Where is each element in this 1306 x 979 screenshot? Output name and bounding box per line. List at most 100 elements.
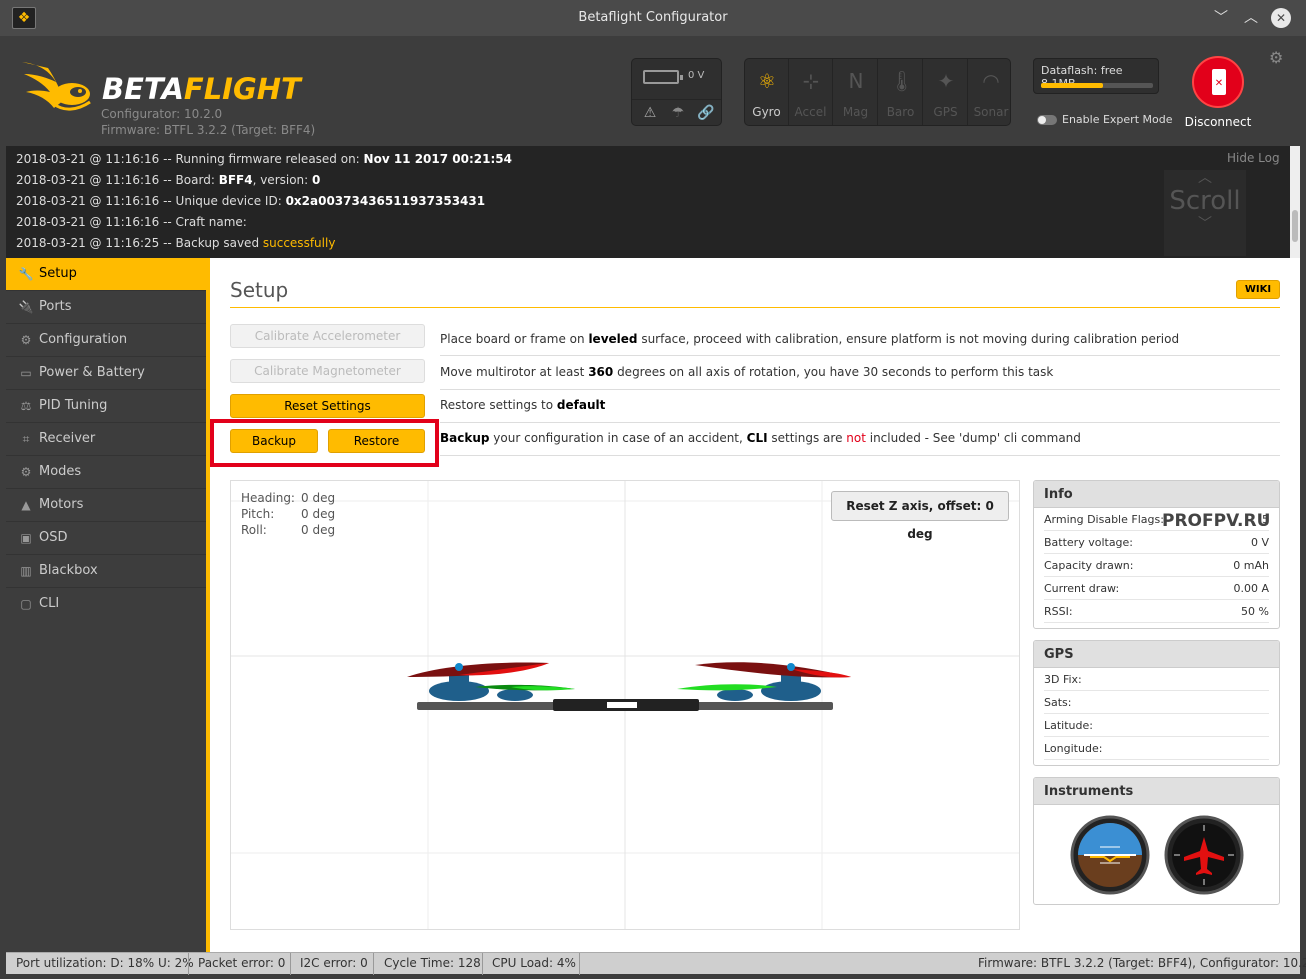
- sensor-label: Sonar: [973, 105, 1009, 119]
- mag-icon: N: [848, 69, 864, 93]
- info-row: Battery voltage: 0 V: [1044, 531, 1269, 554]
- backup-description: Backup your configuration in case of an …: [440, 431, 1081, 445]
- brand-left: BETA: [102, 72, 184, 106]
- sidebar-item-cli[interactable]: ▢ CLI: [6, 588, 206, 621]
- brand-wordmark: BETAFLIGHT: [102, 72, 301, 106]
- battery-voltage: 0 V: [688, 70, 705, 81]
- sensor-baro: 🌡 Baro: [879, 59, 923, 125]
- sensor-label: Mag: [842, 105, 869, 119]
- expert-mode-label: Enable Expert Mode: [1062, 113, 1173, 126]
- chevron-up-icon: ︿: [1198, 170, 1212, 186]
- instruments-panel: Instruments: [1033, 777, 1280, 905]
- sensor-mag: N Mag: [834, 59, 878, 125]
- scroll-label: Scroll: [1169, 186, 1241, 216]
- gps-row: Longitude:: [1044, 737, 1269, 760]
- info-row: Arming Disable Flags: 5 PROFPV.RU: [1044, 508, 1271, 531]
- info-title: Info: [1034, 481, 1279, 508]
- reset-settings-button[interactable]: Reset Settings: [230, 394, 425, 418]
- sensor-accel: ⊹ Accel: [789, 59, 833, 125]
- accel-icon: ⊹: [802, 69, 820, 93]
- calibrate-accelerometer-button[interactable]: Calibrate Accelerometer: [230, 324, 425, 348]
- brand-right: FLIGHT: [183, 72, 301, 106]
- cli-icon: ▢: [20, 597, 32, 611]
- hide-log-link[interactable]: Hide Log: [1227, 151, 1280, 165]
- cpu-load: CPU Load: 4%: [492, 956, 576, 970]
- info-row: Capacity drawn: 0 mAh: [1044, 554, 1269, 577]
- log-scrollbar[interactable]: [1290, 146, 1300, 258]
- sidebar-item-motors[interactable]: ▲ Motors: [6, 489, 206, 522]
- close-icon[interactable]: ✕: [1271, 8, 1291, 28]
- log-line: 2018-03-21 @ 11:16:16 -- Running firmwar…: [16, 152, 512, 166]
- dataflash-status: Dataflash: free 8.1MB: [1033, 58, 1159, 94]
- settings-gear-icon[interactable]: ⚙: [1269, 48, 1283, 67]
- heading-indicator-icon: [1164, 815, 1244, 895]
- osd-icon: ▣: [20, 531, 32, 545]
- cycle-time: Cycle Time: 128: [384, 956, 481, 970]
- dataflash-bar: [1041, 83, 1153, 88]
- sensor-gyro: ⚛ Gyro: [745, 59, 789, 125]
- attitude-indicator-icon: [1070, 815, 1150, 895]
- disconnect-button[interactable]: Disconnect: [1182, 54, 1254, 144]
- warning-icon: ⚠: [643, 105, 657, 121]
- instruments-title: Instruments: [1034, 778, 1279, 805]
- betaflight-logo-icon: [22, 62, 91, 111]
- link-icon: 🔗: [697, 105, 715, 121]
- sidebar-item-setup[interactable]: 🔧 Setup: [6, 258, 206, 291]
- sidebar-item-pid-tuning[interactable]: ⚖ PID Tuning: [6, 390, 206, 423]
- gps-icon: ✦: [937, 69, 955, 93]
- firmware-status: Firmware: BTFL 3.2.2 (Target: BFF4), Con…: [978, 956, 1306, 970]
- sidebar-item-ports[interactable]: 🔌 Ports: [6, 291, 206, 324]
- calibrate-magnetometer-description: Move multirotor at least 360 degrees on …: [440, 365, 1054, 379]
- configurator-version: Configurator: 10.2.0: [101, 107, 223, 121]
- sensor-label: GPS: [933, 105, 958, 119]
- highlight-box: [210, 419, 439, 467]
- maximize-icon[interactable]: ︿: [1241, 8, 1261, 28]
- log-line: 2018-03-21 @ 11:16:16 -- Unique device I…: [16, 194, 486, 208]
- wiki-button[interactable]: WIKI: [1236, 280, 1280, 299]
- scroll-hint: ︿ Scroll ﹀: [1164, 170, 1246, 256]
- sensor-status: ⚛ Gyro ⊹ Accel N Mag 🌡 Baro ✦ GPS ◠ Sona…: [744, 58, 1011, 126]
- title-bar: ❖ Betaflight Configurator ﹀ ︿ ✕: [0, 0, 1306, 36]
- sidebar-item-receiver[interactable]: ⌗ Receiver: [6, 423, 206, 456]
- sonar-icon: ◠: [982, 69, 1000, 93]
- sensor-label: Gyro: [752, 105, 781, 119]
- log-panel: 2018-03-21 @ 11:16:16 -- Running firmwar…: [6, 146, 1300, 258]
- modes-icon: ⚙: [20, 465, 32, 479]
- log-line: 2018-03-21 @ 11:16:16 -- Craft name:: [16, 215, 247, 229]
- watermark: PROFPV.RU: [1162, 511, 1271, 531]
- usb-disconnect-icon[interactable]: [1192, 56, 1244, 108]
- setup-content: Setup WIKI Calibrate Accelerometer Place…: [210, 258, 1300, 952]
- plug-icon: 🔌: [18, 300, 34, 314]
- calibrate-magnetometer-button[interactable]: Calibrate Magnetometer: [230, 359, 425, 383]
- battery-icon: ▭: [20, 366, 32, 380]
- scrollbar-thumb[interactable]: [1292, 210, 1298, 242]
- i2c-error: I2C error: 0: [300, 956, 368, 970]
- wrench-icon: 🔧: [18, 267, 34, 281]
- info-panel: Info Arming Disable Flags: 5 PROFPV.RU Bat…: [1033, 480, 1280, 629]
- gps-row: Latitude:: [1044, 714, 1269, 737]
- model-3d-view: Heading: 0 deg Pitch: 0 deg Roll: 0 deg Res…: [230, 480, 1020, 930]
- sidebar-item-osd[interactable]: ▣ OSD: [6, 522, 206, 555]
- sensor-label: Baro: [886, 105, 915, 119]
- receiver-icon: ⌗: [22, 432, 30, 446]
- gps-panel: GPS 3D Fix: Sats: Latitude: Longitude:: [1033, 640, 1280, 766]
- sensor-label: Accel: [794, 105, 827, 119]
- port-utilization: Port utilization: D: 18% U: 2%: [16, 956, 194, 970]
- toggle-switch[interactable]: [1037, 115, 1057, 125]
- sidebar-item-configuration[interactable]: ⚙ Configuration: [6, 324, 206, 357]
- sensor-sonar: ◠ Sonar: [969, 59, 1013, 125]
- status-bar: Port utilization: D: 18% U: 2% Packet er…: [6, 952, 1306, 975]
- sidebar-item-modes[interactable]: ⚙ Modes: [6, 456, 206, 489]
- window-title: Betaflight Configurator: [578, 10, 728, 25]
- sidebar-item-power-battery[interactable]: ▭ Power & Battery: [6, 357, 206, 390]
- minimize-icon[interactable]: ﹀: [1211, 8, 1231, 28]
- reset-z-axis-button[interactable]: Reset Z axis, offset: 0 deg: [831, 491, 1009, 541]
- info-row: RSSI: 50 %: [1044, 600, 1269, 623]
- sidebar-item-blackbox[interactable]: ▥ Blackbox: [6, 555, 206, 588]
- reset-settings-description: Restore settings to default: [440, 398, 606, 412]
- calibrate-accelerometer-description: Place board or frame on leveled surface,…: [440, 332, 1180, 346]
- gyro-icon: ⚛: [758, 69, 776, 93]
- gps-row: Sats:: [1044, 691, 1269, 714]
- quadcopter-model-icon: [407, 662, 851, 711]
- app-window: ❖ Betaflight Configurator ﹀ ︿ ✕ BETAFLIG…: [0, 0, 1306, 979]
